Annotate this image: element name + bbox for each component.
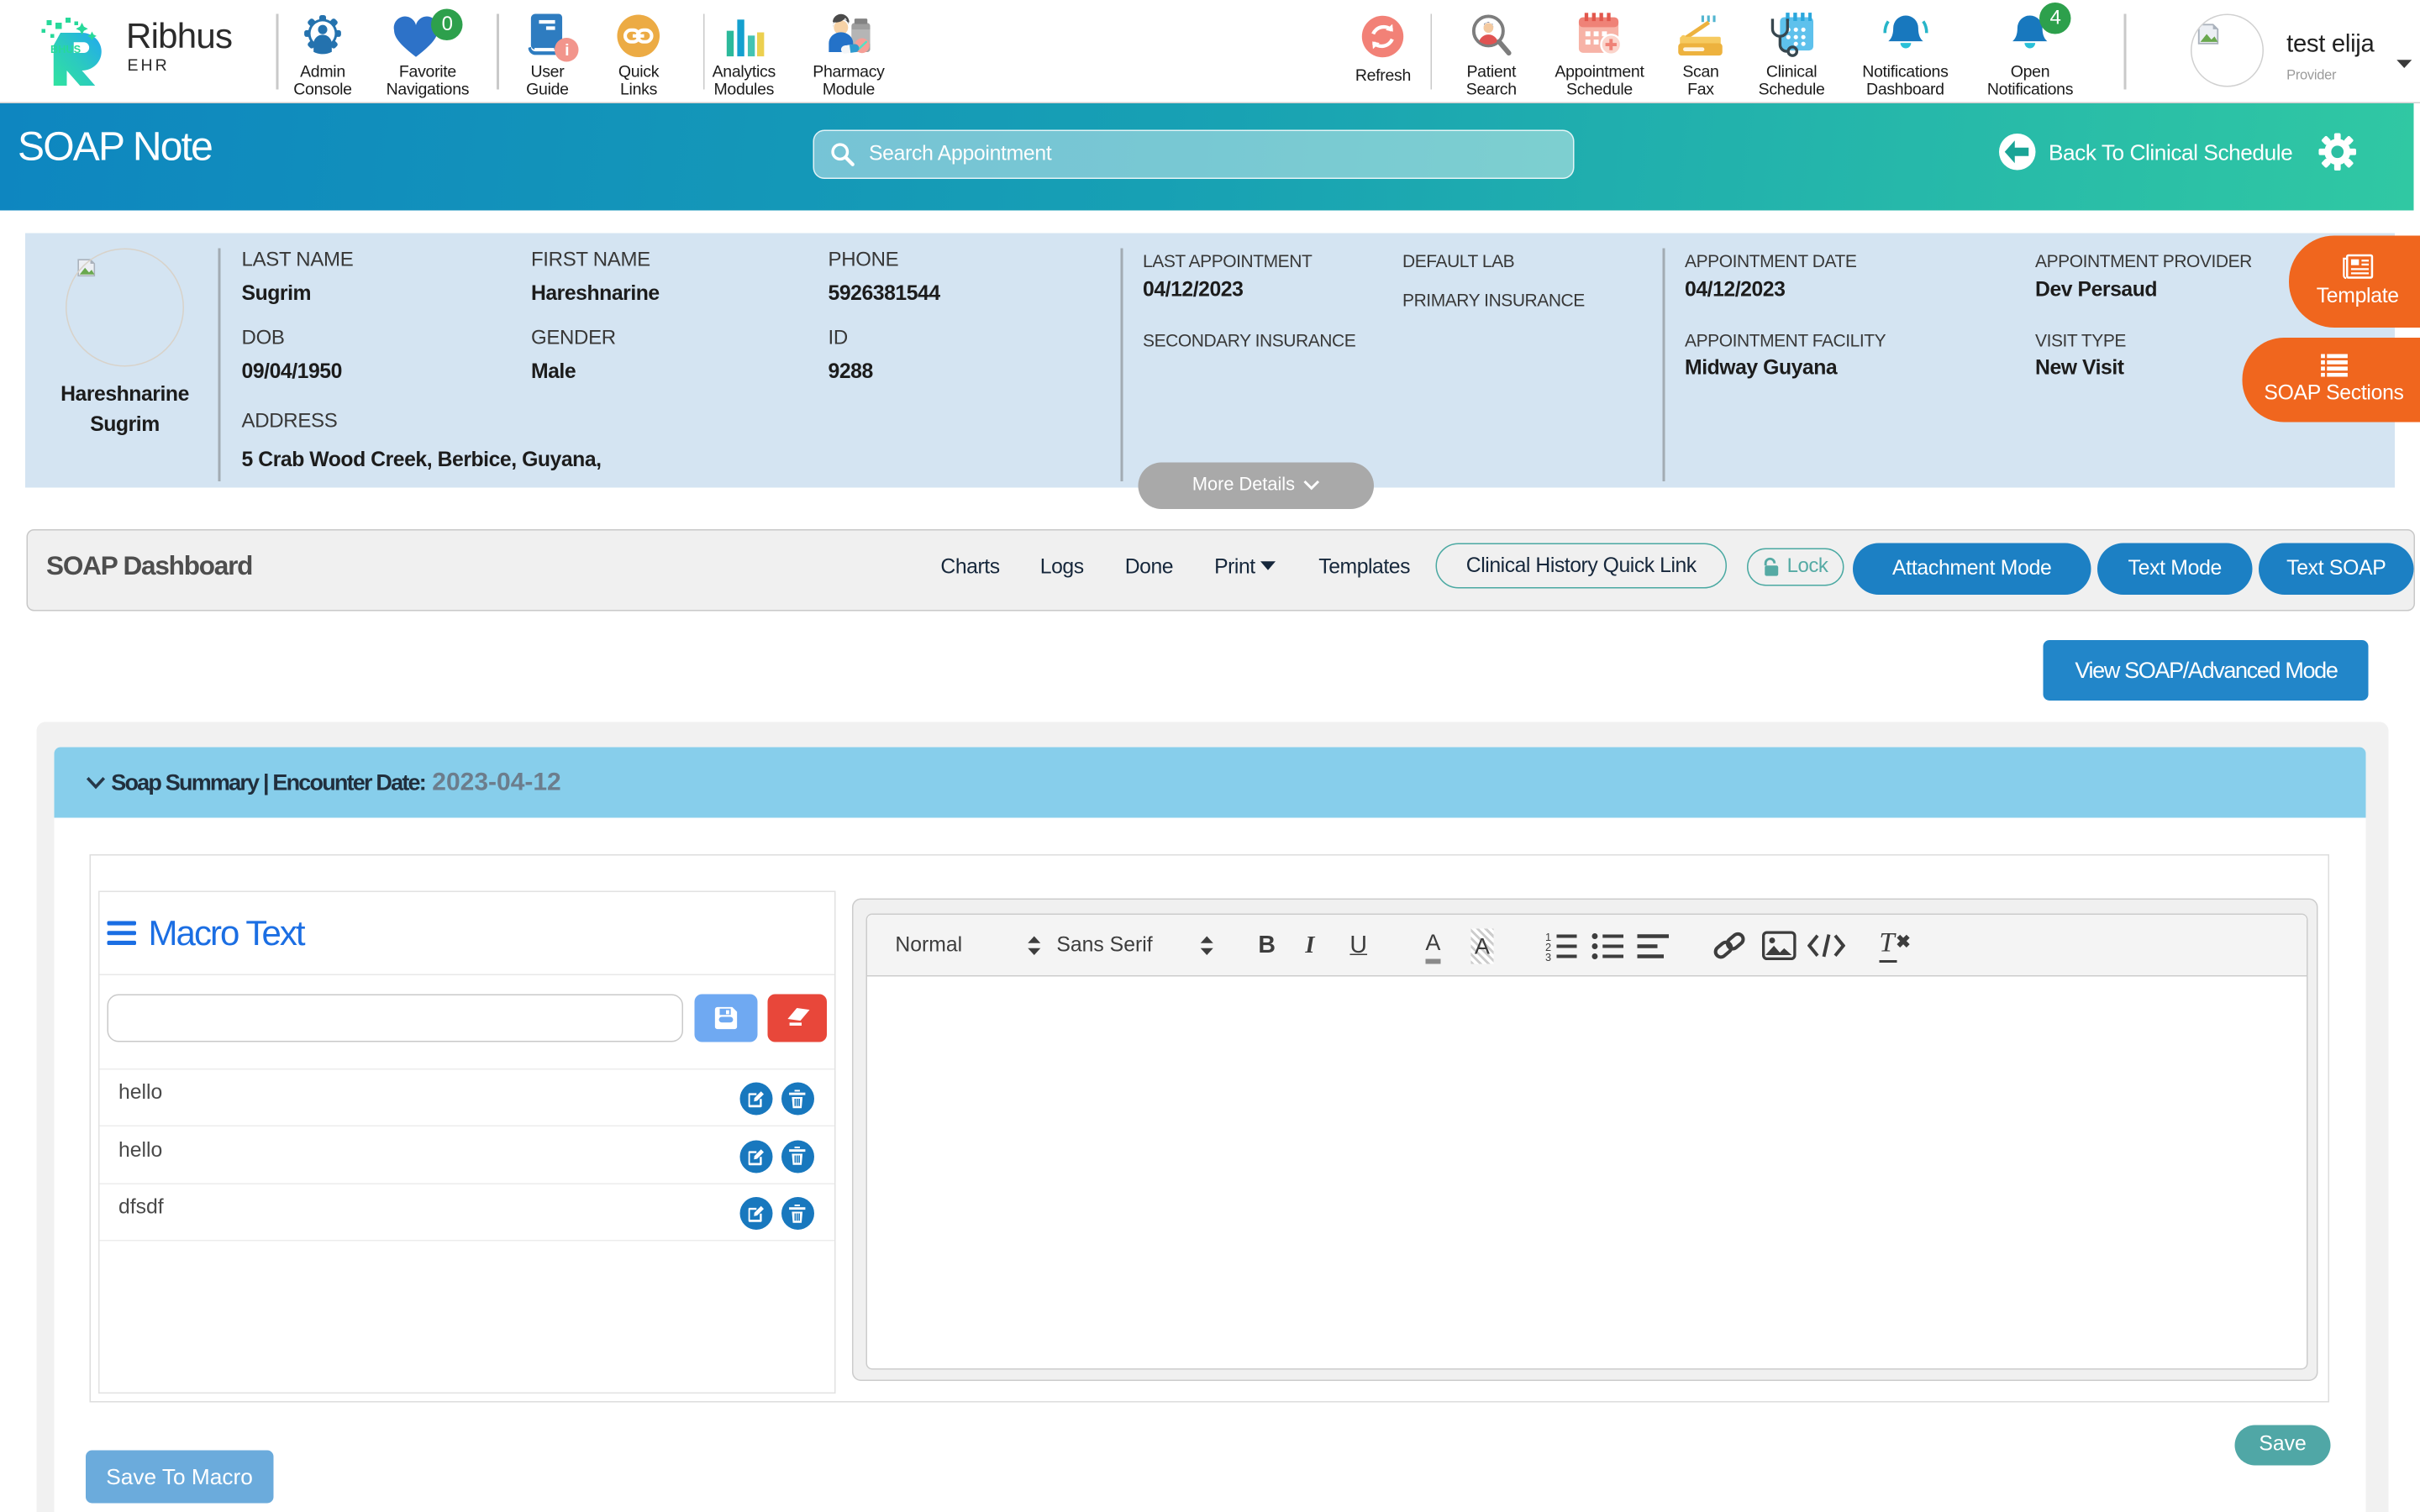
svg-text:BHUS: BHUS — [50, 43, 81, 55]
svg-text:3: 3 — [1545, 951, 1551, 963]
